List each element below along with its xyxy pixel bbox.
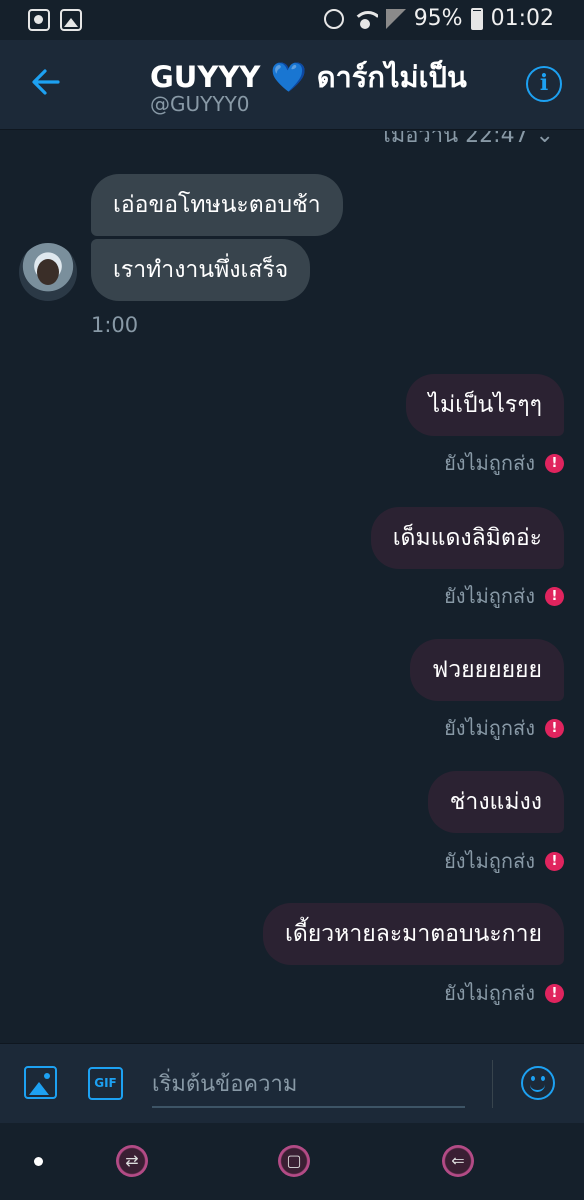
system-nav-bar: ⇄ ▢ ⇐ [0, 1123, 584, 1200]
clock: 01:02 [490, 6, 554, 31]
back-arrow-icon[interactable] [28, 64, 64, 100]
settings-circle-icon [28, 9, 50, 31]
not-sent-label: ยังไม่ถูกส่ง [444, 451, 535, 475]
not-sent-label: ยังไม่ถูกส่ง [444, 849, 535, 873]
status-left-icons [28, 9, 82, 31]
outgoing-message[interactable]: ฟวยยยยยย [409, 639, 564, 701]
message-composer: GIF [0, 1043, 584, 1123]
error-icon: ! [545, 718, 564, 738]
message-status[interactable]: ยังไม่ถูกส่ง ! [444, 447, 564, 479]
error-icon: ! [545, 586, 564, 606]
battery-percent: 95% [413, 6, 463, 31]
signal-icon [385, 8, 406, 29]
avatar[interactable] [19, 243, 77, 301]
alarm-icon [323, 8, 344, 29]
message-status[interactable]: ยังไม่ถูกส่ง ! [444, 845, 564, 877]
gallery-icon [60, 9, 82, 31]
message-status[interactable]: ยังไม่ถูกส่ง ! [444, 712, 564, 744]
not-sent-label: ยังไม่ถูกส่ง [444, 584, 535, 608]
wifi-icon [351, 9, 378, 29]
title-name: GUYYY [150, 60, 261, 94]
not-sent-label: ยังไม่ถูกส่ง [444, 981, 535, 1005]
info-icon[interactable]: i [526, 66, 562, 102]
battery-icon [470, 7, 483, 30]
incoming-message[interactable]: เอ่อขอโทษนะตอบช้า [91, 174, 343, 236]
composer-divider [492, 1060, 493, 1108]
status-bar: 95% 01:02 [0, 0, 584, 40]
recent-apps-button[interactable]: ⇄ [116, 1145, 148, 1177]
error-icon: ! [545, 453, 564, 473]
title-suffix: ดาร์กไม่เป็น [316, 60, 467, 94]
outgoing-message[interactable]: เด็มแดงลิมิตอ่ะ [370, 507, 564, 569]
incoming-message[interactable]: เราทำงานพึ่งเสร็จ [91, 239, 311, 301]
nav-back-button[interactable]: ⇐ [442, 1145, 474, 1177]
status-right: 95% 01:02 [323, 6, 554, 31]
outgoing-message[interactable]: ไม่เป็นไรๆๆ [406, 374, 564, 436]
gif-button[interactable]: GIF [88, 1067, 123, 1100]
message-status[interactable]: ยังไม่ถูกส่ง ! [444, 977, 564, 1009]
error-icon: ! [545, 851, 564, 871]
timestamp-divider: เมื่อวาน 22:47 [383, 131, 554, 152]
image-icon[interactable] [24, 1066, 57, 1099]
conversation-header: GUYYY 💙 ดาร์กไม่เป็น @GUYYY0 i [0, 40, 584, 130]
blue-heart-icon: 💙 [270, 60, 307, 94]
message-list[interactable]: เมื่อวาน 22:47 เอ่อขอโทษนะตอบช้า เราทำงา… [0, 131, 584, 1043]
outgoing-message[interactable]: เดี้ยวหายละมาตอบนะกาย [262, 903, 564, 965]
message-input[interactable] [152, 1062, 465, 1108]
not-sent-label: ยังไม่ถูกส่ง [444, 716, 535, 740]
message-status[interactable]: ยังไม่ถูกส่ง ! [444, 580, 564, 612]
nav-indicator-dot [34, 1157, 43, 1166]
incoming-time: 1:00 [91, 313, 139, 337]
home-button[interactable]: ▢ [278, 1145, 310, 1177]
error-icon: ! [545, 983, 564, 1003]
emoji-icon[interactable] [521, 1066, 555, 1100]
conversation-handle: @GUYYY0 [150, 92, 250, 116]
outgoing-message[interactable]: ช่างแม่งง [427, 771, 564, 833]
